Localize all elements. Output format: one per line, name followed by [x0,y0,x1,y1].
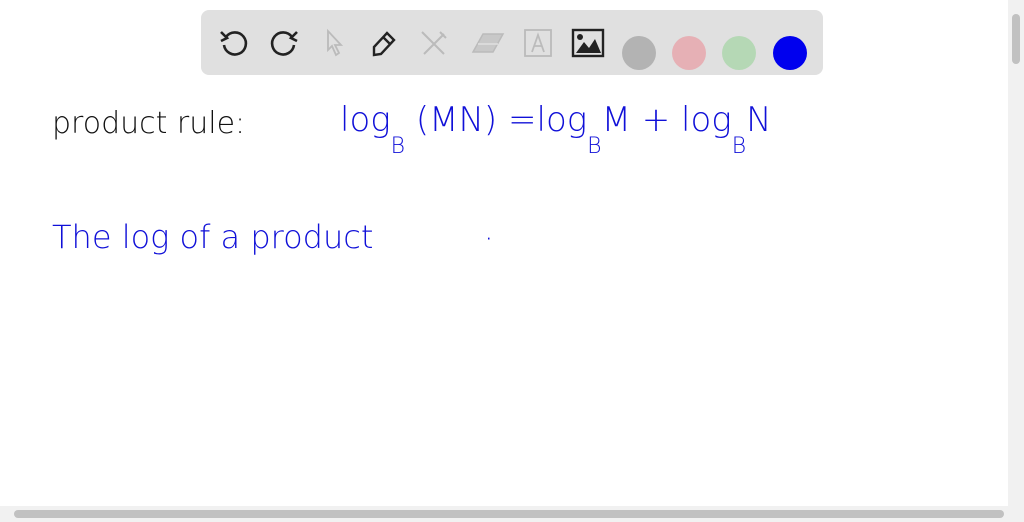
formula-log: log [536,100,588,140]
vertical-scrollbar[interactable] [1008,0,1024,506]
pen-button[interactable] [367,26,401,60]
horizontal-scroll-thumb[interactable] [14,510,1004,518]
formula-argument: (MN) [415,100,498,140]
tools-icon [421,31,447,55]
text-icon [524,29,552,57]
drawing-toolbar [201,10,823,75]
formula-base: B [587,134,602,159]
image-icon [571,28,605,58]
color-green-swatch[interactable] [722,36,756,70]
formula-base: B [390,134,406,159]
text-button[interactable] [521,26,555,60]
color-pink-swatch[interactable] [672,36,706,70]
formula-equals: = [508,100,537,140]
formula-base: B [731,134,747,159]
product-rule-label: product rule: [52,106,246,141]
pen-icon [372,31,396,57]
formula-m: M [601,100,631,140]
formula-n: N [746,100,772,140]
log-of-product-sentence: The log of a product [52,218,374,256]
product-rule-formula: logB (MN) =logBM + logBN [340,100,772,159]
formula-plus: + [641,100,671,140]
color-blue-swatch[interactable] [773,36,807,70]
undo-button[interactable] [217,26,251,60]
select-button[interactable] [317,26,351,60]
eraser-icon [471,33,505,53]
vertical-scroll-thumb[interactable] [1012,14,1020,64]
color-gray-swatch[interactable] [622,36,656,70]
image-button[interactable] [571,26,605,60]
tools-button[interactable] [417,26,451,60]
redo-button[interactable] [267,26,301,60]
pen-dot: · [484,222,494,257]
select-icon [327,28,344,57]
undo-icon [220,31,248,56]
formula-log: log [681,100,732,140]
eraser-button[interactable] [471,26,505,60]
horizontal-scrollbar[interactable] [0,506,1024,522]
formula-log: log [340,100,391,140]
redo-icon [270,31,298,56]
